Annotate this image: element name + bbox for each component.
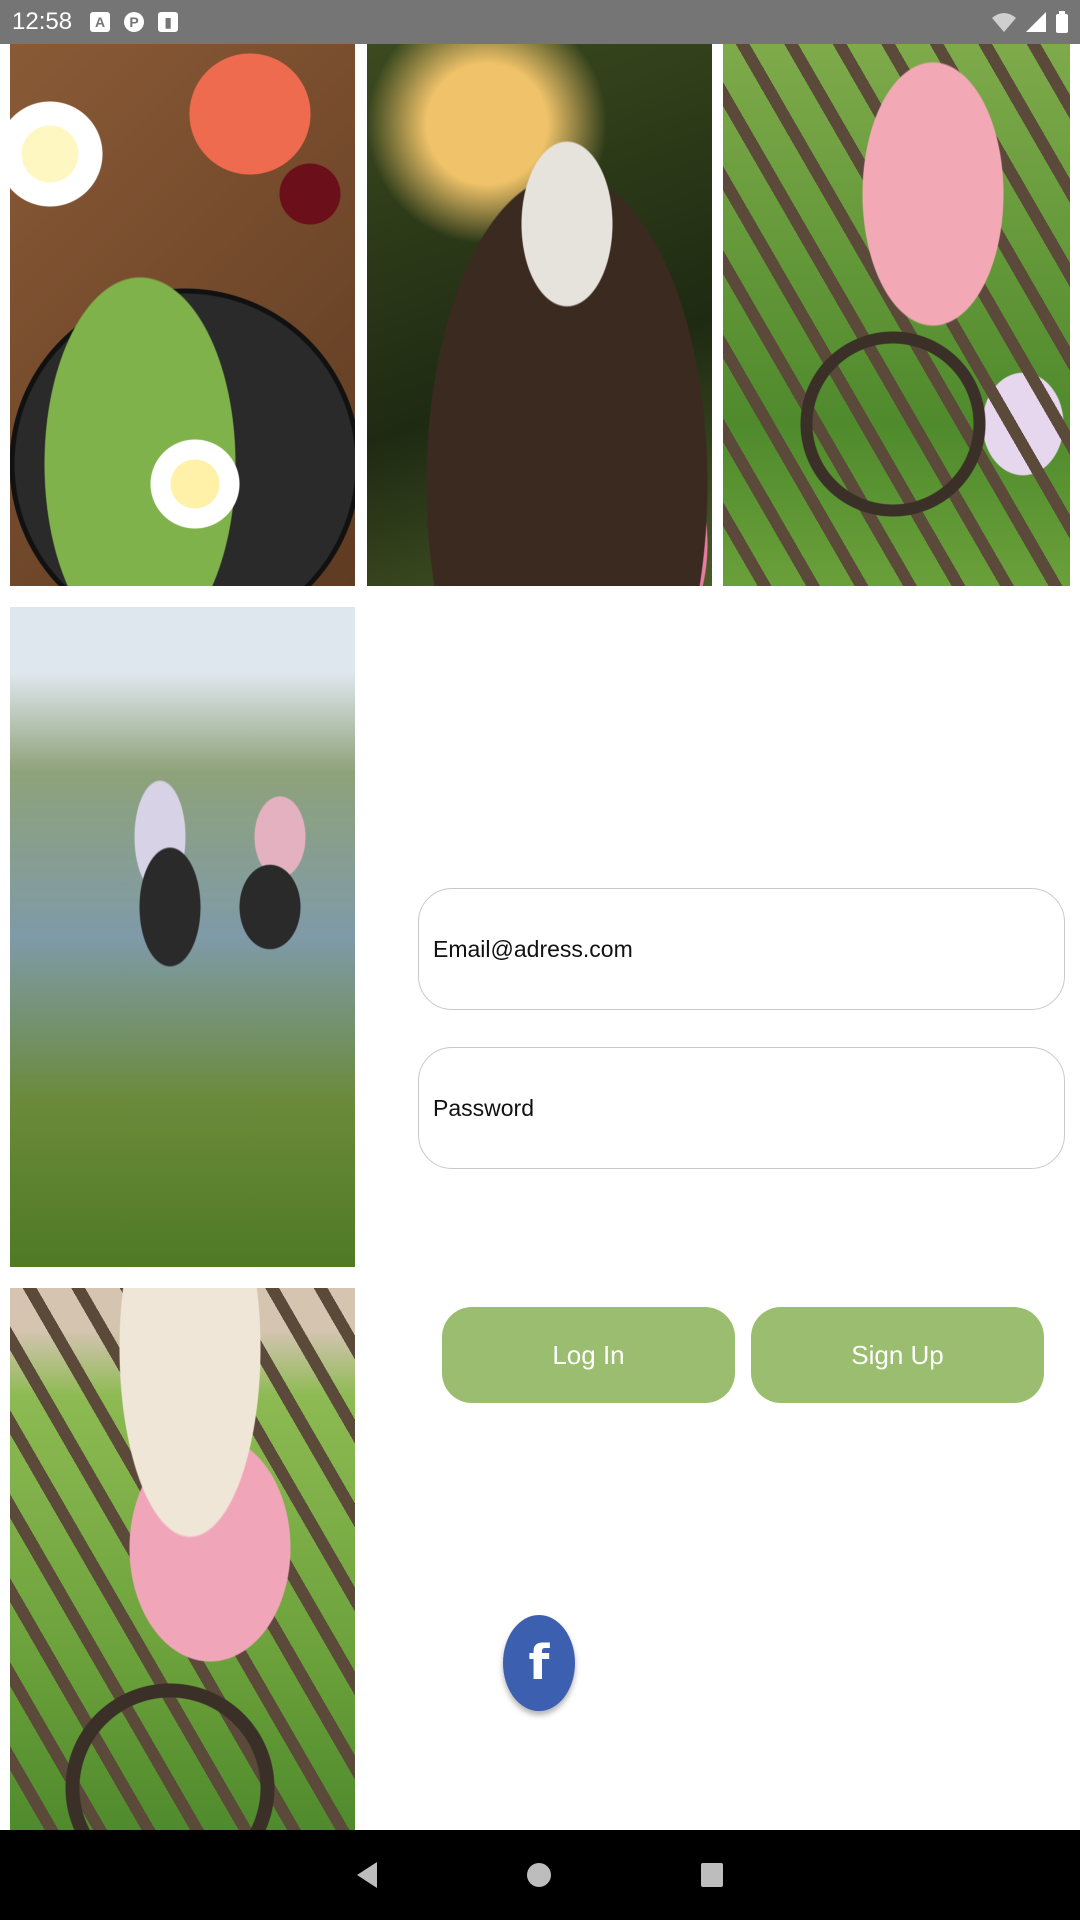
sd-card-icon: ▮ [158, 12, 179, 32]
battery-icon [1056, 11, 1068, 33]
home-icon[interactable] [527, 1863, 551, 1887]
navigation-bar [0, 1830, 1080, 1920]
signal-icon [1026, 12, 1046, 32]
signup-button[interactable]: Sign Up [751, 1307, 1044, 1403]
photo-hikers [10, 607, 355, 1267]
login-button[interactable]: Log In [442, 1307, 735, 1403]
status-bar: 12:58 A P ▮ [0, 0, 1080, 44]
facebook-icon: f [528, 1635, 550, 1691]
recents-icon[interactable] [701, 1863, 723, 1887]
email-field[interactable] [418, 888, 1065, 1010]
photo-girl-reading-top [723, 44, 1070, 586]
email-input[interactable] [433, 935, 1050, 963]
p-badge-icon: P [124, 12, 145, 32]
photo-meditation [367, 44, 712, 586]
back-icon[interactable] [357, 1862, 377, 1888]
a-badge-icon: A [90, 12, 111, 32]
status-time: 12:58 [12, 8, 73, 35]
password-field[interactable] [418, 1047, 1065, 1169]
photo-girl-reading-bottom [10, 1288, 355, 1830]
login-screen: 12:58 A P ▮ Log In Sign Up f [0, 0, 1080, 1920]
status-icons-left: A P ▮ [90, 12, 179, 32]
password-input[interactable] [433, 1094, 1050, 1122]
wifi-off-icon [992, 13, 1016, 32]
facebook-login-button[interactable]: f [503, 1615, 575, 1711]
photo-healthy-food [10, 44, 355, 586]
status-icons-right [992, 11, 1068, 33]
